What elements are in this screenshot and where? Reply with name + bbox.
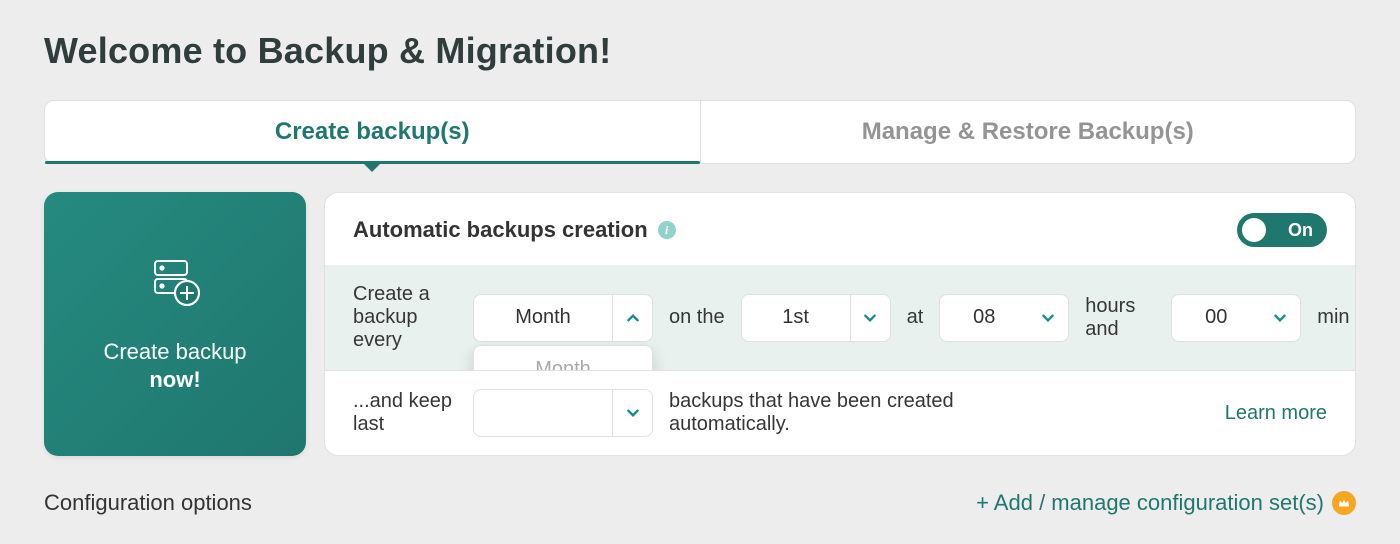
active-tab-caret-icon	[363, 163, 381, 172]
automatic-backups-panel: Automatic backups creation i On Create a…	[324, 192, 1356, 456]
chevron-down-icon	[1260, 295, 1300, 341]
day-of-month-value: 1st	[742, 306, 850, 329]
toggle-knob	[1242, 218, 1266, 242]
tab-create-backups-label: Create backup(s)	[275, 118, 470, 146]
automatic-backups-heading: Automatic backups creation	[353, 217, 648, 243]
create-backup-now-button[interactable]: Create backup now!	[44, 192, 306, 456]
frequency-value: Month	[474, 306, 612, 329]
toggle-label: On	[1288, 220, 1313, 241]
frequency-dropdown[interactable]: Month Month Week Day	[473, 294, 653, 342]
frequency-option-month[interactable]: Month	[474, 346, 652, 371]
tab-bar: Create backup(s) Manage & Restore Backup…	[44, 100, 1356, 164]
minute-value: 00	[1172, 306, 1260, 329]
keep-intro-text: ...and keep last	[353, 390, 457, 436]
create-backup-now-line1: Create backup	[103, 339, 246, 364]
create-backup-now-line2: now!	[103, 366, 246, 394]
on-the-text: on the	[669, 306, 725, 329]
info-icon[interactable]: i	[658, 221, 676, 239]
hour-value: 08	[940, 306, 1028, 329]
min-suffix-text: min	[1317, 306, 1349, 329]
add-manage-config-label: + Add / manage configuration set(s)	[976, 490, 1324, 516]
schedule-intro-text: Create a backup every	[353, 283, 457, 352]
crown-icon	[1332, 491, 1356, 515]
tab-create-backups[interactable]: Create backup(s)	[45, 101, 700, 163]
chevron-down-icon	[612, 390, 652, 436]
configuration-options-heading: Configuration options	[44, 490, 252, 516]
hour-dropdown[interactable]: 08	[939, 294, 1069, 342]
tab-manage-restore[interactable]: Manage & Restore Backup(s)	[700, 101, 1356, 163]
hours-and-text: hours and	[1085, 295, 1155, 341]
server-plus-icon	[143, 253, 207, 322]
frequency-dropdown-list: Month Week Day	[473, 345, 653, 371]
minute-dropdown[interactable]: 00	[1171, 294, 1301, 342]
keep-count-dropdown[interactable]	[473, 389, 653, 437]
at-text: at	[907, 306, 924, 329]
schedule-row: Create a backup every Month Month Week D…	[325, 265, 1355, 370]
automatic-backups-toggle[interactable]: On	[1237, 213, 1327, 247]
chevron-down-icon	[612, 295, 652, 341]
add-manage-config-link[interactable]: + Add / manage configuration set(s)	[976, 490, 1356, 516]
page-title: Welcome to Backup & Migration!	[44, 30, 1356, 72]
chevron-down-icon	[850, 295, 890, 341]
keep-after-text: backups that have been created automatic…	[669, 390, 1029, 436]
learn-more-link[interactable]: Learn more	[1225, 402, 1327, 425]
keep-row: ...and keep last backups that have been …	[325, 370, 1355, 455]
chevron-down-icon	[1028, 295, 1068, 341]
day-of-month-dropdown[interactable]: 1st	[741, 294, 891, 342]
tab-manage-restore-label: Manage & Restore Backup(s)	[862, 118, 1194, 146]
